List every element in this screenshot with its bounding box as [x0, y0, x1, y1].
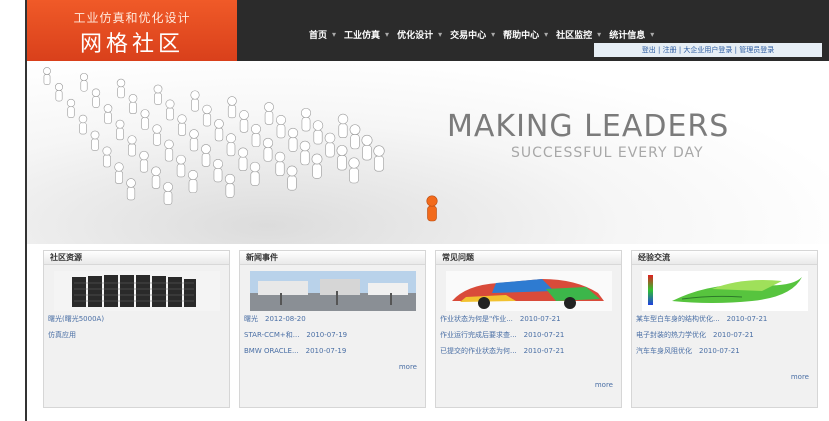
chevron-down-icon: ▾ [544, 29, 549, 39]
panel-header: 新闻事件 [240, 251, 425, 265]
nav-item-label: 统计信息 [609, 30, 646, 41]
nav-item-help[interactable]: 帮助中心 ▾ [503, 28, 548, 41]
chevron-down-icon: ▾ [491, 29, 496, 39]
nav-item-label: 首页 [309, 30, 328, 41]
chevron-down-icon: ▾ [650, 29, 655, 39]
chevron-down-icon: ▾ [597, 29, 602, 39]
crowd-illustration [43, 67, 438, 222]
panel-title: 经验交流 [638, 253, 670, 262]
list-item[interactable]: BMW ORACLE... 2010-07-19 [244, 346, 424, 356]
logo-subtitle: 工业仿真和优化设计 [73, 11, 191, 25]
logo-title: 网格社区 [79, 32, 184, 57]
banner-title: MAKING LEADERS [447, 109, 730, 144]
chevron-down-icon: ▾ [438, 29, 443, 39]
list-item[interactable]: 仿真应用 [48, 330, 228, 340]
nav-item-label: 帮助中心 [503, 30, 540, 41]
nav-item-home[interactable]: 首页 ▾ [309, 28, 336, 41]
panel-title: 新闻事件 [246, 253, 278, 262]
server-rack-image [54, 271, 220, 311]
login-links[interactable]: 登出 | 注册 | 大企业用户登录 | 管理员登录 [594, 43, 822, 57]
more-link[interactable]: more [595, 381, 613, 389]
panel-header: 经验交流 [632, 251, 817, 265]
faq-list: 作业状态为何是"作业... 2010-07-21 作业运行完成后要求查... 2… [440, 314, 620, 362]
panel-experience: 经验交流 某车型白车身的结构优化... 2010-07-21 电子封装的热力学优… [631, 250, 818, 408]
hero-banner: MAKING LEADERS SUCCESSFUL EVERY DAY [27, 61, 829, 244]
banner-subtitle: SUCCESSFUL EVERY DAY [511, 145, 704, 161]
car-simulation-image [446, 271, 612, 311]
nav-item-label: 交易中心 [450, 30, 487, 41]
nav-item-trading[interactable]: 交易中心 ▾ [450, 28, 495, 41]
list-item[interactable]: 作业状态为何是"作业... 2010-07-21 [440, 314, 620, 324]
panel-title: 社区资源 [50, 253, 82, 262]
page: 工业仿真和优化设计 网格社区 首页 ▾ 工业仿真 ▾ 优化设计 ▾ 交易中心 ▾ 帮助中… [0, 0, 829, 421]
resource-list: 曙光(曙光5000A) 仿真应用 [48, 314, 228, 346]
info-panels: 社区资源 曙光(曙光5000A) 仿真应用 新闻事件 曙光 2012-08-20… [27, 250, 819, 410]
aircraft-simulation-image [642, 271, 808, 311]
nav-item-simulation[interactable]: 工业仿真 ▾ [344, 28, 389, 41]
nav-item-label: 优化设计 [397, 30, 434, 41]
site-logo[interactable]: 工业仿真和优化设计 网格社区 [27, 0, 237, 61]
list-item[interactable]: 某车型白车身的结构优化... 2010-07-21 [636, 314, 816, 324]
panel-header: 社区资源 [44, 251, 229, 265]
list-item[interactable]: 已提交的作业状态为何... 2010-07-21 [440, 346, 620, 356]
chevron-down-icon: ▾ [332, 29, 337, 39]
panel-news: 新闻事件 曙光 2012-08-20 STAR-CCM+和... 2010-07… [239, 250, 426, 408]
panel-resources: 社区资源 曙光(曙光5000A) 仿真应用 [43, 250, 230, 408]
nav-item-optimization[interactable]: 优化设计 ▾ [397, 28, 442, 41]
panel-faq: 常见问题 作业状态为何是"作业... 2010-07-21 作业运行完成后要求查… [435, 250, 622, 408]
news-image [250, 271, 416, 311]
chevron-down-icon: ▾ [385, 29, 390, 39]
list-item[interactable]: STAR-CCM+和... 2010-07-19 [244, 330, 424, 340]
panel-title: 常见问题 [442, 253, 474, 262]
nav-item-label: 社区监控 [556, 30, 593, 41]
main-nav: 首页 ▾ 工业仿真 ▾ 优化设计 ▾ 交易中心 ▾ 帮助中心 ▾ 社区监控 ▾ 统计信息 ▾ [309, 27, 662, 41]
list-item[interactable]: 曙光(曙光5000A) [48, 314, 228, 324]
list-item[interactable]: 汽车车身风阻优化 2010-07-21 [636, 346, 816, 356]
experience-list: 某车型白车身的结构优化... 2010-07-21 电子封装的热力学优化 201… [636, 314, 816, 362]
list-item[interactable]: 作业运行完成后要求查... 2010-07-21 [440, 330, 620, 340]
news-list: 曙光 2012-08-20 STAR-CCM+和... 2010-07-19 B… [244, 314, 424, 362]
more-link[interactable]: more [791, 373, 809, 381]
list-item[interactable]: 电子封装的热力学优化 2010-07-21 [636, 330, 816, 340]
list-item[interactable]: 曙光 2012-08-20 [244, 314, 424, 324]
header: 工业仿真和优化设计 网格社区 首页 ▾ 工业仿真 ▾ 优化设计 ▾ 交易中心 ▾ 帮助中… [27, 0, 829, 61]
nav-item-statistics[interactable]: 统计信息 ▾ [609, 28, 654, 41]
panel-header: 常见问题 [436, 251, 621, 265]
nav-item-label: 工业仿真 [344, 30, 381, 41]
nav-item-monitor[interactable]: 社区监控 ▾ [556, 28, 601, 41]
more-link[interactable]: more [399, 363, 417, 371]
